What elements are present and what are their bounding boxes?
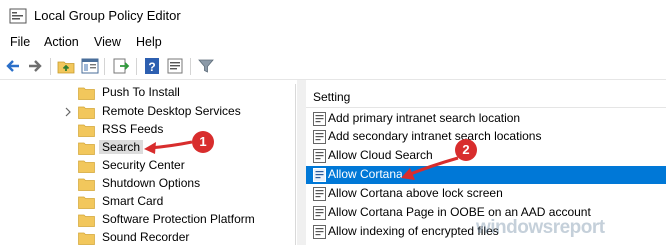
annotation-callout-1: 1 — [192, 131, 214, 153]
tree-item[interactable]: Remote Desktop Services — [0, 103, 295, 121]
toolbar-separator — [136, 58, 137, 75]
setting-row-selected[interactable]: Allow Cortana — [306, 166, 666, 184]
group-policy-app-icon — [9, 8, 27, 24]
tree-item-label: Push To Install — [102, 85, 180, 99]
show-hide-tree-icon[interactable] — [81, 57, 99, 75]
menu-help[interactable]: Help — [136, 35, 162, 49]
setting-row[interactable]: Add primary intranet search location — [306, 110, 666, 128]
filter-icon[interactable] — [197, 57, 215, 75]
folder-icon — [78, 106, 95, 119]
setting-row[interactable]: Add secondary intranet search locations — [306, 128, 666, 146]
folder-icon — [78, 142, 95, 155]
toolbar: ? — [0, 53, 666, 80]
column-header-setting[interactable]: Setting — [306, 86, 666, 108]
console-tree: Push To Install Remote Desktop Services … — [0, 84, 296, 245]
back-arrow-icon[interactable] — [4, 57, 22, 75]
export-list-icon[interactable] — [112, 57, 130, 75]
watermark: windowsreport — [476, 217, 605, 238]
pane-splitter[interactable] — [297, 80, 306, 245]
tree-item[interactable]: Shutdown Options — [0, 175, 295, 193]
title-bar: Local Group Policy Editor — [0, 0, 666, 31]
toolbar-separator — [50, 58, 51, 75]
policy-setting-icon — [313, 206, 326, 220]
tree-item-selected[interactable]: Search — [0, 139, 295, 157]
tree-item[interactable]: Software Protection Platform — [0, 211, 295, 229]
setting-label: Allow Cortana — [328, 167, 403, 181]
policy-setting-icon — [313, 130, 326, 144]
window-title: Local Group Policy Editor — [34, 8, 181, 23]
policy-setting-icon — [313, 112, 326, 126]
policy-setting-icon — [313, 149, 326, 163]
annotation-callout-2: 2 — [455, 139, 477, 161]
tree-item[interactable]: RSS Feeds — [0, 121, 295, 139]
tree-item-label: Smart Card — [102, 194, 164, 208]
toolbar-separator — [190, 58, 191, 75]
column-header-label: Setting — [313, 90, 351, 104]
tree-item[interactable]: Smart Card — [0, 193, 295, 211]
tree-item-label: Software Protection Platform — [102, 212, 255, 226]
policy-setting-icon — [313, 225, 326, 239]
tree-item-label: Search — [99, 140, 144, 154]
setting-row[interactable]: Allow Cortana above lock screen — [306, 185, 666, 203]
tree-item-label: Security Center — [102, 158, 185, 172]
menu-action[interactable]: Action — [44, 35, 79, 49]
tree-item[interactable]: Push To Install — [0, 84, 295, 102]
tree-item-label: RSS Feeds — [102, 122, 164, 136]
folder-icon — [78, 232, 95, 245]
setting-label: Allow Cortana above lock screen — [328, 186, 503, 200]
tree-item[interactable]: Security Center — [0, 157, 295, 175]
svg-text:?: ? — [148, 60, 155, 74]
folder-icon — [78, 160, 95, 173]
setting-row[interactable]: Allow Cloud Search — [306, 147, 666, 165]
folder-icon — [78, 196, 95, 209]
chevron-right-icon[interactable] — [63, 105, 73, 119]
setting-label: Allow Cloud Search — [328, 148, 433, 162]
setting-label: Add secondary intranet search locations — [328, 129, 542, 143]
menu-view[interactable]: View — [94, 35, 121, 49]
forward-arrow-icon[interactable] — [26, 57, 44, 75]
tree-item[interactable]: Sound Recorder — [0, 229, 295, 245]
policy-setting-icon — [313, 168, 326, 182]
menu-file[interactable]: File — [10, 35, 30, 49]
menu-bar: File Action View Help — [0, 31, 666, 53]
tree-item-label: Sound Recorder — [102, 230, 190, 244]
setting-label: Allow indexing of encrypted files — [328, 224, 499, 238]
folder-icon — [78, 214, 95, 227]
tree-item-label: Remote Desktop Services — [102, 104, 241, 118]
folder-icon — [78, 87, 95, 100]
tree-item-label: Shutdown Options — [102, 176, 201, 190]
toolbar-separator — [104, 58, 105, 75]
setting-label: Add primary intranet search location — [328, 111, 521, 125]
folder-icon — [78, 178, 95, 191]
folder-icon — [78, 124, 95, 137]
help-icon[interactable]: ? — [143, 57, 161, 75]
policy-setting-icon — [313, 187, 326, 201]
properties-icon[interactable] — [166, 57, 184, 75]
up-folder-icon[interactable] — [57, 57, 75, 75]
